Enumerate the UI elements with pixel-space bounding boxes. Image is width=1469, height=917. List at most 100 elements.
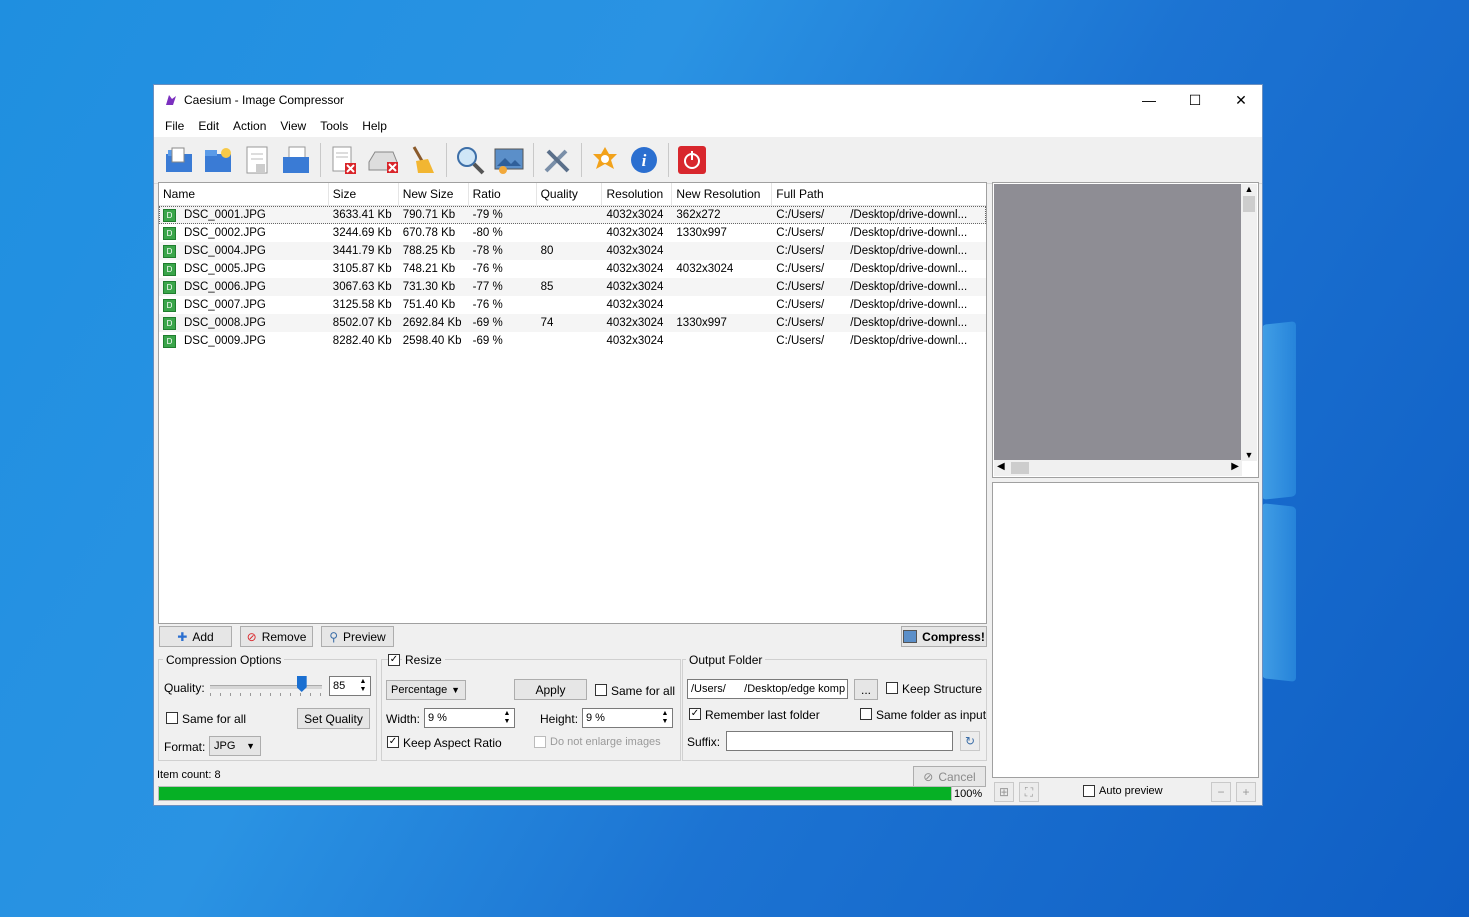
remove-item-icon[interactable] <box>327 143 361 177</box>
progress-text: 100% <box>954 788 983 800</box>
resize-same-for-all-checkbox[interactable] <box>595 684 607 696</box>
update-icon[interactable] <box>588 143 622 177</box>
preview-button[interactable]: ⚲ Preview <box>321 626 394 647</box>
table-row[interactable]: D DSC_0004.JPG 3441.79 Kb 788.25 Kb -78 % 80 4… <box>159 242 986 260</box>
preview-image-icon[interactable] <box>492 143 526 177</box>
menu-action[interactable]: Action <box>226 119 273 133</box>
exit-icon[interactable] <box>675 143 709 177</box>
cancel-button[interactable]: ⊘ Cancel <box>913 766 986 787</box>
auto-preview-checkbox[interactable] <box>1083 785 1095 797</box>
apply-button[interactable]: Apply <box>514 679 587 700</box>
clean-icon[interactable] <box>405 143 439 177</box>
close-button[interactable]: ✕ <box>1218 85 1264 115</box>
table-row[interactable]: D DSC_0008.JPG 8502.07 Kb 2692.84 Kb -69 % 74… <box>159 314 986 332</box>
spin-arrows-icon[interactable]: ▲ ▼ <box>501 710 513 726</box>
cell-path-prefix: C:/Users/ <box>776 245 825 257</box>
compression-same-for-all-checkbox[interactable] <box>166 712 178 724</box>
file-list-rows: D DSC_0001.JPG 3633.41 Kb 790.71 Kb -79 % 403… <box>159 206 986 350</box>
cell-size: 8502.07 Kb <box>332 317 392 329</box>
table-row[interactable]: D DSC_0001.JPG 3633.41 Kb 790.71 Kb -79 % 403… <box>159 206 986 224</box>
menu-view[interactable]: View <box>273 119 313 133</box>
add-button[interactable]: ✚ Add <box>159 626 232 647</box>
cancel-icon: ⊘ <box>923 769 934 784</box>
scroll-left-icon[interactable]: ◀ <box>997 461 1005 472</box>
save-list-icon[interactable] <box>240 143 274 177</box>
column-full-path[interactable]: Full Path <box>772 183 986 205</box>
keep-aspect-checkbox[interactable]: ✓ <box>387 736 399 748</box>
table-row[interactable]: D DSC_0007.JPG 3125.58 Kb 751.40 Kb -76 % 403… <box>159 296 986 314</box>
width-spinbox[interactable]: 9 % ▲ ▼ <box>424 708 515 728</box>
maximize-button[interactable]: ☐ <box>1172 85 1218 115</box>
column-ratio[interactable]: Ratio <box>469 183 537 205</box>
column-name[interactable]: Name <box>159 183 329 205</box>
scroll-down-icon[interactable]: ▼ <box>1241 450 1257 460</box>
slider-thumb[interactable] <box>296 676 307 692</box>
full-size-icon[interactable]: ⛶ <box>1019 782 1039 802</box>
browse-button[interactable]: ... <box>854 679 878 700</box>
keep-aspect-label: Keep Aspect Ratio <box>403 736 502 750</box>
table-row[interactable]: D DSC_0005.JPG 3105.87 Kb 748.21 Kb -76 % 403… <box>159 260 986 278</box>
zoom-icon[interactable] <box>453 143 487 177</box>
reset-suffix-icon[interactable]: ↻ <box>960 731 980 751</box>
image-file-icon: D <box>163 226 176 240</box>
set-quality-button[interactable]: Set Quality <box>297 708 370 729</box>
file-name: DSC_0005.JPG <box>184 263 266 275</box>
preview-horizontal-scrollbar[interactable]: ◀ ▶ <box>994 460 1242 476</box>
table-row[interactable]: D DSC_0002.JPG 3244.69 Kb 670.78 Kb -80 % 403… <box>159 224 986 242</box>
resize-checkbox[interactable]: ✓ <box>388 654 400 666</box>
zoom-out-icon[interactable]: − <box>1211 782 1231 802</box>
no-enlarge-checkbox[interactable] <box>534 736 546 748</box>
column-new-size[interactable]: New Size <box>399 183 469 205</box>
remove-button[interactable]: ⊘ Remove <box>240 626 313 647</box>
preview-compressed-pane[interactable] <box>992 482 1259 778</box>
open-list-icon[interactable] <box>279 143 313 177</box>
cell-size: 3125.58 Kb <box>332 299 392 311</box>
spin-arrows-icon[interactable]: ▲ ▼ <box>357 678 369 694</box>
menu-file[interactable]: File <box>158 119 191 133</box>
clear-list-icon[interactable] <box>366 143 400 177</box>
info-icon[interactable]: i <box>627 143 661 177</box>
resize-mode-select[interactable]: Percentage ▼ <box>386 680 466 700</box>
same-as-input-checkbox[interactable] <box>860 708 872 720</box>
open-files-icon[interactable] <box>162 143 196 177</box>
minimize-button[interactable]: — <box>1126 85 1172 115</box>
column-new-resolution[interactable]: New Resolution <box>672 183 773 205</box>
toolbar: i <box>154 137 1262 184</box>
keep-structure-checkbox[interactable] <box>886 682 898 694</box>
table-row[interactable]: D DSC_0009.JPG 8282.40 Kb 2598.40 Kb -69 % 40… <box>159 332 986 350</box>
file-list[interactable]: Name Size New Size Ratio Quality Resolut… <box>158 182 987 624</box>
compress-button[interactable]: Compress! <box>901 626 987 647</box>
menu-edit[interactable]: Edit <box>191 119 226 133</box>
image-file-icon: D <box>163 244 176 258</box>
table-row[interactable]: D DSC_0006.JPG 3067.63 Kb 731.30 Kb -77 % 85 4… <box>159 278 986 296</box>
preview-vertical-scrollbar[interactable]: ▲ ▼ <box>1241 184 1257 461</box>
menu-help[interactable]: Help <box>355 119 394 133</box>
cell-new-size: 751.40 Kb <box>402 299 456 311</box>
quality-spinbox[interactable]: 85 ▲ ▼ <box>329 676 371 696</box>
cell-path-suffix: /Desktop/drive-downl... <box>850 299 968 311</box>
column-size[interactable]: Size <box>329 183 399 205</box>
zoom-in-icon[interactable]: + <box>1236 782 1256 802</box>
hscroll-thumb[interactable] <box>1011 462 1029 474</box>
output-folder-input[interactable]: /Users/ /Desktop/edge komp <box>687 679 848 699</box>
suffix-input[interactable] <box>726 731 953 751</box>
scroll-up-icon[interactable]: ▲ <box>1241 184 1257 194</box>
cell-new-resolution: 1330x997 <box>676 317 727 329</box>
scroll-right-icon[interactable]: ▶ <box>1231 461 1239 472</box>
quality-slider[interactable] <box>210 675 322 697</box>
spin-arrows-icon[interactable]: ▲ ▼ <box>659 710 671 726</box>
preview-original-pane[interactable]: ▲ ▼ ◀ ▶ <box>992 182 1259 478</box>
menu-bar: File Edit Action View Tools Help <box>154 115 1262 137</box>
resize-mode-value: Percentage <box>391 684 448 696</box>
cell-ratio: -77 % <box>472 281 503 293</box>
remember-folder-checkbox[interactable]: ✓ <box>689 708 701 720</box>
height-spinbox[interactable]: 9 % ▲ ▼ <box>582 708 673 728</box>
fit-to-window-icon[interactable]: ⊞ <box>994 782 1014 802</box>
format-select[interactable]: JPG ▼ <box>209 736 261 756</box>
column-resolution[interactable]: Resolution <box>602 183 673 205</box>
column-quality[interactable]: Quality <box>537 183 603 205</box>
settings-icon[interactable] <box>540 143 574 177</box>
scroll-thumb[interactable] <box>1243 196 1255 212</box>
menu-tools[interactable]: Tools <box>313 119 355 133</box>
open-folder-icon[interactable] <box>201 143 235 177</box>
